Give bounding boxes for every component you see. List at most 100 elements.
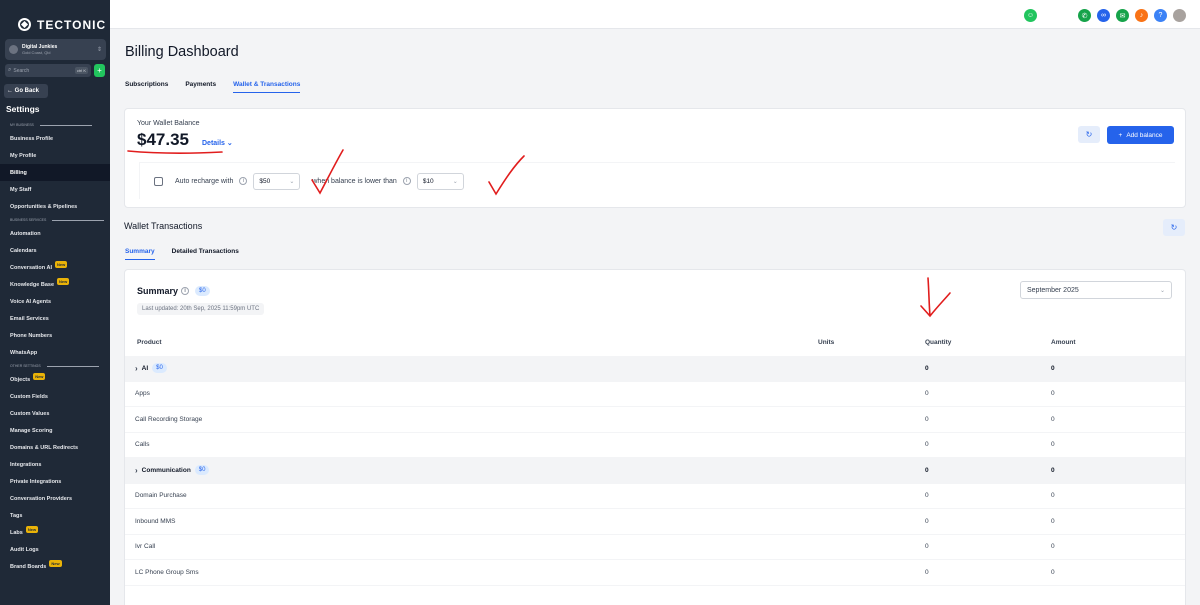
sidebar-item-manage-scoring[interactable]: Manage Scoring [0,422,110,439]
recharge-amount-select[interactable]: $50 ⌄ [253,172,301,190]
sidebar-item-conversation-providers[interactable]: Conversation Providers [0,490,110,507]
summary-heading: Summary i $0 [137,286,210,296]
group-total-pill: $0 [152,363,167,374]
tab-summary[interactable]: Summary [125,248,155,260]
cell-quantity: 0 [925,466,929,474]
sidebar-item-voice-ai-agents[interactable]: Voice AI Agents [0,293,110,310]
sidebar-item-my-staff[interactable]: My Staff [0,181,110,198]
cell-product: Call Recording Storage [135,407,202,432]
new-badge: New [49,560,62,567]
sidebar-item-my-profile[interactable]: My Profile [0,147,110,164]
phone-icon[interactable]: ✆ [1078,9,1091,22]
threshold-amount-select[interactable]: $10 ⌄ [416,172,464,190]
new-badge: New [57,278,70,285]
search-input[interactable]: ⌕ Search ctrl K [5,64,91,77]
tab-payments[interactable]: Payments [185,81,216,93]
link-icon[interactable]: ∞ [1097,9,1110,22]
divider [46,365,99,367]
threshold-label: when balance is lower than [312,177,397,185]
add-balance-label: Add balance [1126,131,1163,139]
new-badge: New [25,526,39,533]
sidebar-item-knowledge-base[interactable]: Knowledge Base New [0,276,110,293]
info-icon[interactable]: i [239,177,248,185]
cell-quantity: 0 [925,517,929,525]
sidebar-item-calendars[interactable]: Calendars [0,242,110,259]
sidebar-item-label: Conversation Providers [10,495,73,502]
column-header-product: Product [137,338,162,346]
main-content: Billing Dashboard Subscriptions Payments… [110,29,1200,605]
recharge-amount-value: $50 [259,177,271,185]
search-icon: ⌕ [8,67,12,73]
wallet-details-link[interactable]: Details ⌄ [202,139,233,147]
sidebar-item-whatsapp[interactable]: WhatsApp [0,344,110,361]
wallet-refresh-button[interactable]: ↻ [1078,126,1100,143]
info-icon[interactable]: i [181,287,190,295]
transactions-tabs: Summary Detailed Transactions [125,248,239,260]
megaphone-icon[interactable]: ✉ [1116,9,1129,22]
sidebar-section-label: MY BUSINESS [0,120,110,130]
new-badge: New [33,373,46,380]
plus-icon: + [1118,131,1123,139]
help-icon[interactable]: ? [1154,9,1167,22]
account-switcher[interactable]: Digital Junkies Gold Coast, Qld ⇕ [5,39,106,60]
chevron-right-icon[interactable]: › [135,364,138,373]
sidebar-item-label: Objects [10,376,31,383]
sidebar-item-business-profile[interactable]: Business Profile [0,130,110,147]
bell-icon[interactable]: ♪ [1135,9,1148,22]
account-text: Digital Junkies Gold Coast, Qld [22,44,93,56]
sidebar-item-tags[interactable]: Tags [0,507,110,524]
chevron-updown-icon: ⇕ [96,47,102,53]
column-header-quantity: Quantity [925,338,952,346]
divider [39,124,92,126]
sidebar-item-opportunities-pipelines[interactable]: Opportunities & Pipelines [0,198,110,215]
avatar[interactable] [1173,9,1186,22]
sidebar-item-phone-numbers[interactable]: Phone Numbers [0,327,110,344]
table-row: Calls 0 0 [125,433,1185,458]
sidebar-item-conversation-ai[interactable]: Conversation AI New [0,259,110,276]
wallet-card: Your Wallet Balance $47.35 Details ⌄ ↻ +… [124,108,1186,208]
search-shortcut: ctrl K [74,67,88,74]
sidebar-item-automation[interactable]: Automation [0,225,110,242]
cell-amount: 0 [1051,466,1055,474]
bot-icon[interactable]: ☺ [1024,9,1037,22]
sidebar-item-custom-fields[interactable]: Custom Fields [0,388,110,405]
sidebar-item-labs[interactable]: Labs New [0,524,110,541]
transactions-refresh-button[interactable]: ↻ [1163,219,1185,236]
cell-amount: 0 [1051,517,1055,525]
quick-add-button[interactable]: + [94,64,105,77]
sidebar-item-brand-boards[interactable]: Brand Boards New [0,558,110,575]
refresh-icon: ↻ [1170,223,1178,232]
table-group-row[interactable]: › Communication $0 0 0 [125,458,1185,484]
account-avatar-icon [9,45,18,54]
sidebar-item-domains-url-redirects[interactable]: Domains & URL Redirects [0,439,110,456]
product-name: Call Recording Storage [135,415,203,423]
chevron-right-icon[interactable]: › [135,466,138,475]
tab-subscriptions[interactable]: Subscriptions [125,81,168,93]
sidebar-nav: MY BUSINESS Business Profile My Profile Bil… [0,120,110,575]
info-icon[interactable]: i [402,177,411,185]
table-group-row[interactable]: › AI $0 0 0 [125,356,1185,382]
tab-wallet-transactions[interactable]: Wallet & Transactions [233,81,301,93]
cell-amount: 0 [1051,390,1055,398]
wallet-balance-amount: $47.35 [137,130,189,149]
cell-product: Ivr Call [135,535,155,560]
go-back-button[interactable]: ← Go Back [4,84,48,98]
sidebar-item-email-services[interactable]: Email Services [0,310,110,327]
sidebar-item-private-integrations[interactable]: Private Integrations [0,473,110,490]
sidebar-item-billing[interactable]: Billing [0,164,110,181]
sidebar-item-label: Brand Boards [10,563,47,570]
brand[interactable]: TECTONIC [0,0,110,36]
sidebar-item-label: Private Integrations [10,478,62,485]
sidebar-item-custom-values[interactable]: Custom Values [0,405,110,422]
sidebar-item-audit-logs[interactable]: Audit Logs [0,541,110,558]
threshold-amount-value: $10 [422,177,434,185]
sidebar-item-objects[interactable]: Objects New [0,371,110,388]
chevron-down-icon: ⌄ [1159,287,1165,294]
month-select[interactable]: September 2025 ⌄ [1020,281,1172,299]
sidebar-section-label: BUSINESS SERVICES [0,215,110,225]
divider [52,219,105,221]
add-balance-button[interactable]: + Add balance [1107,126,1174,144]
summary-total-pill: $0 [195,286,210,296]
tab-detailed-transactions[interactable]: Detailed Transactions [172,248,239,260]
sidebar-item-integrations[interactable]: Integrations [0,456,110,473]
